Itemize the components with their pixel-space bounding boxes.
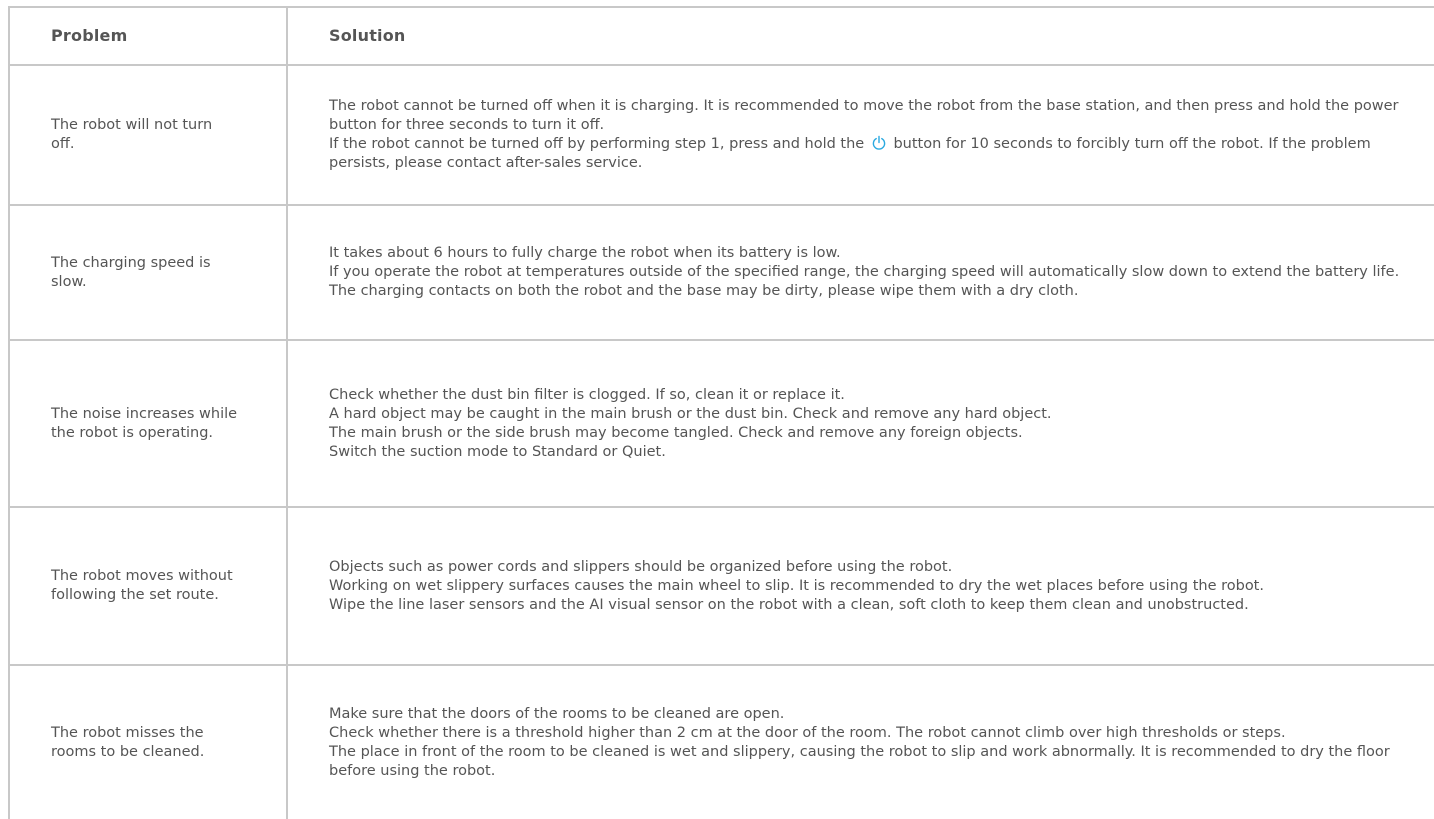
solution-line: Check whether there is a threshold highe… (329, 724, 1286, 741)
column-header-solution: Solution (329, 25, 406, 45)
table-row-problem: The robot misses the rooms to be cleaned… (51, 724, 205, 760)
solution-line: Objects such as power cords and slippers… (329, 558, 953, 575)
solution-line: The charging contacts on both the robot … (329, 283, 1079, 299)
solution-line: Working on wet slippery surfaces causes … (329, 577, 1264, 594)
table-row-solution: Objects such as power cords and slippers… (329, 508, 1409, 664)
solution-line: Switch the suction mode to Standard or Q… (329, 443, 666, 460)
table-row-problem: The robot will not turn off. (51, 117, 213, 152)
solution-line: Make sure that the doors of the rooms to… (329, 705, 785, 722)
table-row-solution: The robot cannot be turned off when it i… (329, 66, 1409, 204)
solution-line: Wipe the line laser sensors and the AI v… (329, 596, 1249, 613)
table-border-left (8, 6, 10, 819)
solution-line: The robot cannot be turned off when it i… (329, 98, 1404, 133)
solution-line: It takes about 6 hours to fully charge t… (329, 245, 841, 261)
solution-line: The place in front of the room to be cle… (329, 743, 1395, 779)
solution-line: The main brush or the side brush may bec… (329, 424, 1023, 441)
solution-text: If the robot cannot be turned off by per… (329, 136, 865, 152)
table-row-solution: Check whether the dust bin filter is clo… (329, 341, 1409, 506)
table-border-top (8, 6, 1434, 8)
solution-line: If the robot cannot be turned off by per… (329, 135, 1409, 173)
column-header-problem: Problem (51, 25, 128, 45)
column-divider (286, 6, 288, 819)
table-row-solution: Make sure that the doors of the rooms to… (329, 666, 1409, 819)
solution-line: If you operate the robot at temperatures… (329, 264, 1400, 280)
power-icon (872, 135, 886, 150)
table-row-problem: The noise increases while the robot is o… (51, 405, 238, 441)
table-row-problem: The robot moves without following the se… (51, 568, 233, 603)
table-row-problem: The charging speed is slow. (51, 254, 211, 290)
solution-line: A hard object may be caught in the main … (329, 405, 1052, 422)
table-row-solution: It takes about 6 hours to fully charge t… (329, 206, 1409, 339)
solution-line: Check whether the dust bin filter is clo… (329, 386, 845, 403)
